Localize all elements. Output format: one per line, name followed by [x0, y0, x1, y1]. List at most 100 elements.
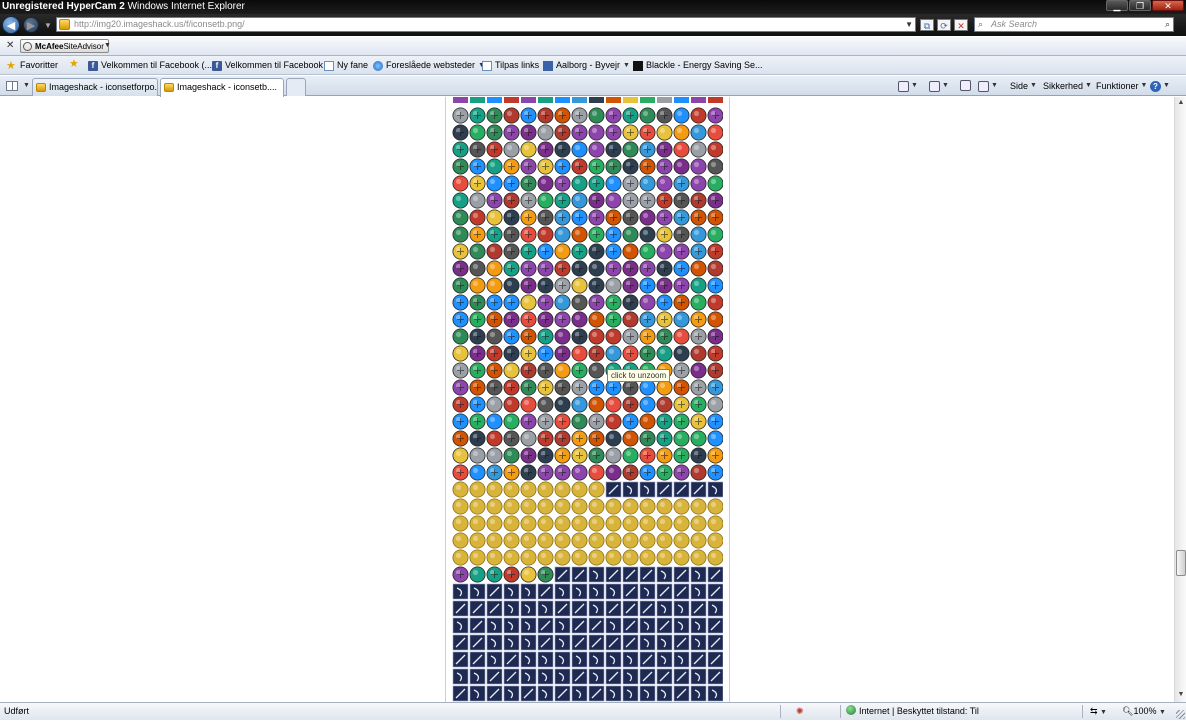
unzoom-tooltip: click to unzoom — [607, 369, 671, 382]
status-divider — [840, 705, 841, 718]
fav-link-facebook-2[interactable]: f Velkommen til Facebook — [212, 59, 323, 72]
popup-blocker-icon[interactable]: ✺ — [796, 703, 804, 720]
blackle-icon — [633, 60, 643, 71]
favorites-star-icon: ★ — [6, 59, 16, 72]
security-zone[interactable]: Internet | Beskyttet tilstand: Til — [846, 703, 979, 720]
fav-link-label: Tilpas links — [495, 60, 540, 70]
fav-link-label: Blackle - Energy Saving Se... — [646, 60, 763, 70]
compatibility-view-button[interactable]: ⧉ — [920, 19, 934, 31]
tab-iconsetb[interactable]: Imageshack - iconsetb.... — [160, 78, 284, 97]
fav-link-facebook-1[interactable]: f Velkommen til Facebook (... — [88, 59, 212, 72]
scroll-up-icon[interactable]: ▲ — [1176, 98, 1186, 108]
scrollbar-thumb[interactable] — [1176, 550, 1186, 576]
search-placeholder: Ask Search — [991, 19, 1038, 29]
ie-icon — [373, 60, 383, 71]
rss-feed-icon — [929, 80, 940, 92]
printer-icon — [978, 80, 989, 92]
status-text: Udført — [4, 706, 30, 716]
minimize-button[interactable]: ▁ — [1106, 0, 1128, 11]
history-dropdown-icon[interactable]: ▼ — [44, 21, 52, 30]
facebook-icon: f — [212, 60, 222, 71]
security-zone-label: Internet | Beskyttet tilstand: Til — [859, 706, 979, 716]
tab-label: Imageshack - iconsetb.... — [177, 82, 278, 92]
fav-link-customize[interactable]: Tilpas links — [482, 59, 539, 72]
zoom-control[interactable]: 🔍︎100% ▼ — [1122, 703, 1166, 721]
chevron-down-icon: ▼ — [1158, 709, 1166, 716]
mcafee-brand: McAfee — [35, 42, 64, 51]
favorites-label: Favoritter — [20, 60, 59, 70]
favorites-button[interactable]: ★ Favoritter — [6, 59, 58, 72]
status-divider — [780, 705, 781, 718]
iconset-image[interactable] — [452, 97, 723, 702]
vertical-scrollbar[interactable]: ▲ ▼ — [1174, 97, 1186, 702]
fav-link-weather[interactable]: Aalborg - Byvejr ▼ — [543, 59, 630, 72]
mail-icon — [960, 80, 971, 91]
protected-mode-icon[interactable]: ⇆ ▼ — [1090, 703, 1107, 721]
page-icon — [324, 60, 334, 71]
fav-link-blackle[interactable]: Blackle - Energy Saving Se... — [633, 59, 763, 72]
imageshack-favicon-icon — [164, 83, 174, 92]
mcafee-shield-icon — [23, 42, 32, 51]
status-bar: Udført ✺ Internet | Beskyttet tilstand: … — [0, 702, 1186, 720]
hypercam-watermark: Unregistered HyperCam 2 — [2, 1, 125, 12]
tab-label: Imageshack - iconsetforpo... — [49, 82, 158, 92]
fav-link-suggested-sites[interactable]: Foreslåede websteder ▼ — [373, 59, 485, 72]
title-bar: Unregistered HyperCam 2 Windows Internet… — [0, 0, 1186, 14]
fav-link-label: Aalborg - Byvejr — [556, 60, 621, 70]
addon-toolbar: ✕ McAfeeSiteAdvisor ▼ — [0, 37, 1186, 56]
safety-menu-label: Sikkerhed — [1043, 81, 1084, 91]
page-content[interactable]: click to unzoom — [0, 97, 1174, 702]
fav-link-label: Velkommen til Facebook — [225, 60, 324, 70]
page-menu-label: Side — [1010, 81, 1029, 91]
chevron-down-icon: ▼ — [1085, 82, 1092, 89]
help-button[interactable]: ? ▼ — [1150, 80, 1170, 92]
chevron-down-icon: ▼ — [942, 82, 949, 89]
quick-tabs-icon[interactable] — [6, 81, 18, 91]
window-title: Windows Internet Explorer — [127, 1, 245, 12]
close-toolbar-icon[interactable]: ✕ — [6, 40, 14, 51]
map-icon — [543, 60, 553, 71]
imageshack-favicon-icon — [36, 83, 46, 92]
new-tab-button[interactable] — [286, 78, 306, 96]
page-icon — [482, 60, 492, 71]
address-input[interactable]: http://img20.imageshack.us/f/iconsetb.pn… — [56, 17, 916, 32]
search-icon[interactable]: ⌕ — [1165, 18, 1170, 31]
facebook-icon: f — [88, 60, 98, 71]
tab-iconsetforpo[interactable]: Imageshack - iconsetforpo... — [32, 78, 158, 96]
refresh-button[interactable]: ⟳ — [937, 19, 951, 31]
chevron-down-icon: ▼ — [991, 82, 998, 89]
fav-link-label: Velkommen til Facebook (... — [101, 60, 213, 70]
close-window-button[interactable]: ✕ — [1152, 0, 1184, 11]
chevron-down-icon: ▼ — [1163, 82, 1170, 89]
zoom-level: 100% — [1133, 706, 1157, 716]
address-dropdown-icon[interactable]: ▼ — [905, 18, 913, 31]
chevron-down-icon: ▼ — [1140, 82, 1148, 89]
chevron-down-icon[interactable]: ▼ — [623, 59, 630, 72]
image-frame — [445, 97, 730, 702]
mcafee-siteadvisor-button[interactable]: McAfeeSiteAdvisor — [20, 39, 109, 53]
tab-list-dropdown-icon[interactable]: ▼ — [23, 82, 30, 89]
home-icon — [898, 80, 909, 92]
feeds-button[interactable]: ▼ — [929, 80, 949, 92]
window-controls: ▁ ❐ ✕ — [1106, 0, 1184, 11]
add-to-favorites-icon: ★ — [69, 58, 79, 70]
scroll-down-icon[interactable]: ▼ — [1176, 690, 1186, 700]
print-button[interactable]: ▼ — [978, 80, 998, 92]
chevron-down-icon: ▼ — [1100, 709, 1107, 716]
back-button[interactable]: ◀ — [2, 16, 20, 34]
resize-grip-icon[interactable] — [1176, 710, 1185, 719]
mail-button[interactable] — [960, 80, 971, 91]
safety-menu[interactable]: Sikkerhed ▼ — [1043, 80, 1092, 92]
page-menu[interactable]: Side ▼ — [1010, 80, 1037, 92]
search-input[interactable]: ⌕ Ask Search ⌕ — [974, 17, 1174, 32]
maximize-button[interactable]: ❐ — [1129, 0, 1151, 11]
tools-menu[interactable]: Funktioner ▼ — [1096, 80, 1147, 92]
chevron-down-icon: ▼ — [911, 82, 918, 89]
home-button[interactable]: ▼ — [898, 80, 918, 92]
mcafee-dropdown-icon[interactable]: ▼ — [104, 42, 111, 49]
fav-link-label: Ny fane — [337, 60, 369, 70]
forward-button[interactable]: ▶ — [23, 17, 39, 33]
fav-link-ny-fane[interactable]: Ny fane — [324, 59, 368, 72]
stop-button[interactable]: ✕ — [954, 19, 968, 31]
add-favorite-button[interactable]: ★ — [69, 58, 80, 70]
